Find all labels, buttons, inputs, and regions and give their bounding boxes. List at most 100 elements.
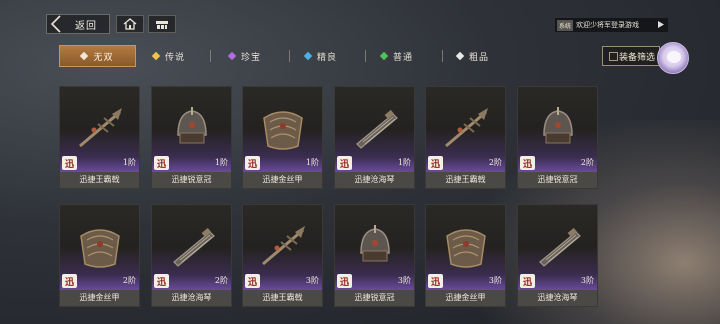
item-name: 迅捷沧海琴 [152,290,231,306]
equipment-card[interactable]: 迅 1阶 迅捷王霸戟 [59,86,140,189]
tab-cupin[interactable]: 粗品 [455,45,490,67]
avatar[interactable] [657,42,689,74]
tier-label: 3阶 [488,276,502,285]
equipment-card[interactable]: 迅 2阶迅捷锐意冠 [517,86,598,189]
tab-divider [365,50,366,62]
equipment-card[interactable]: 迅 2阶 迅捷王霸戟 [425,86,506,189]
equipment-card[interactable]: 迅 1阶迅捷金丝甲 [242,86,323,189]
tab-zhenbao[interactable]: 珍宝 [227,45,262,67]
equipment-card[interactable]: 迅 3阶迅捷沧海琴 [517,204,598,307]
zither-icon [166,224,218,272]
card-image: 迅 2阶 [426,87,505,172]
card-image: 迅 1阶 [335,87,414,172]
halberd-icon [257,224,309,272]
announcement-ticker[interactable]: 系统 欢迎少将军登录游戏 [555,18,668,32]
halberd-icon [440,106,492,154]
tier-label: 2阶 [580,158,594,167]
item-name: 迅捷王霸戟 [426,172,505,188]
equipment-filter-button[interactable]: 装备筛选 [602,46,660,66]
item-name: 迅捷锐意冠 [152,172,231,188]
card-image: 迅 3阶 [426,205,505,290]
diamond-icon [227,51,237,61]
tier-label: 3阶 [305,276,319,285]
item-name: 迅捷沧海琴 [335,172,414,188]
item-name: 迅捷锐意冠 [335,290,414,306]
speed-badge: 迅 [154,156,169,170]
tab-label: 珍宝 [241,52,262,63]
filter-label: 装备筛选 [618,52,655,63]
zither-icon [349,106,401,154]
diamond-icon [80,51,89,61]
speed-badge: 迅 [245,156,260,170]
diamond-icon [455,51,465,61]
tier-label: 1阶 [397,158,411,167]
item-name: 迅捷沧海琴 [518,290,597,306]
equipment-card[interactable]: 迅 3阶迅捷王霸戟 [242,204,323,307]
tier-label: 3阶 [580,276,594,285]
home-button[interactable] [116,15,144,33]
equipment-card[interactable]: 迅 2阶迅捷金丝甲 [59,204,140,307]
equipment-card[interactable]: 迅 2阶迅捷沧海琴 [151,204,232,307]
helmet-icon [353,223,397,273]
equipment-card[interactable]: 迅 3阶 迅捷锐意冠 [334,204,415,307]
equipment-card[interactable]: 迅 3阶 迅捷金丝甲 [425,204,506,307]
tab-wushuang[interactable]: 无双 [59,45,136,67]
shop-button[interactable] [148,15,176,33]
tab-label: 粗品 [469,52,490,63]
card-image: 迅 3阶 [335,205,414,290]
back-button[interactable]: 返回 [46,14,110,34]
tab-divider [289,50,290,62]
diamond-icon [379,51,389,61]
ticker-text: 欢迎少将军登录游戏 [576,21,640,29]
back-label: 返回 [75,20,97,32]
speed-badge: 迅 [154,274,169,288]
tab-chuanshuo[interactable]: 传说 [151,45,186,67]
speed-badge: 迅 [245,274,260,288]
tier-label: 1阶 [305,158,319,167]
equipment-card[interactable]: 迅 1阶迅捷锐意冠 [151,86,232,189]
armor-icon [441,222,491,274]
speed-badge: 迅 [520,156,535,170]
armor-icon [258,104,308,156]
item-name: 迅捷金丝甲 [243,172,322,188]
tab-label: 精良 [317,52,338,63]
diamond-icon [151,51,161,61]
zither-icon [532,224,584,272]
speed-badge: 迅 [520,274,535,288]
filter-checkbox[interactable] [609,52,618,61]
speed-badge: 迅 [337,156,352,170]
card-image: 迅 2阶 [518,87,597,172]
card-image: 迅 3阶 [243,205,322,290]
speed-badge: 迅 [62,274,77,288]
top-bar: 返回 系统 欢迎少将军登录游戏 [0,0,720,44]
play-icon [658,20,664,30]
back-arrow-icon [49,15,63,33]
tab-label: 普通 [393,52,414,63]
card-image: 迅 2阶 [152,205,231,290]
tab-divider [210,50,211,62]
speed-badge: 迅 [62,156,77,170]
item-name: 迅捷王霸戟 [243,290,322,306]
diamond-icon [303,51,313,61]
tier-label: 2阶 [214,276,228,285]
tier-label: 2阶 [488,158,502,167]
quality-tabs: 无双 传说 珍宝 精良 普通 粗品 [59,45,589,67]
home-icon [123,15,137,34]
item-name: 迅捷锐意冠 [518,172,597,188]
item-name: 迅捷金丝甲 [60,290,139,306]
card-image: 迅 1阶 [152,87,231,172]
item-name: 迅捷金丝甲 [426,290,505,306]
tab-putong[interactable]: 普通 [379,45,414,67]
speed-badge: 迅 [337,274,352,288]
equipment-card[interactable]: 迅 1阶迅捷沧海琴 [334,86,415,189]
card-image: 迅 1阶 [243,87,322,172]
tier-label: 1阶 [214,158,228,167]
ticker-badge: 系统 [557,19,574,31]
card-image: 迅 1阶 [60,87,139,172]
helmet-icon [170,105,214,155]
tab-jingliang[interactable]: 精良 [303,45,338,67]
shop-icon [155,15,169,34]
tier-label: 2阶 [122,276,136,285]
halberd-icon [74,106,126,154]
tab-label: 传说 [165,52,186,63]
